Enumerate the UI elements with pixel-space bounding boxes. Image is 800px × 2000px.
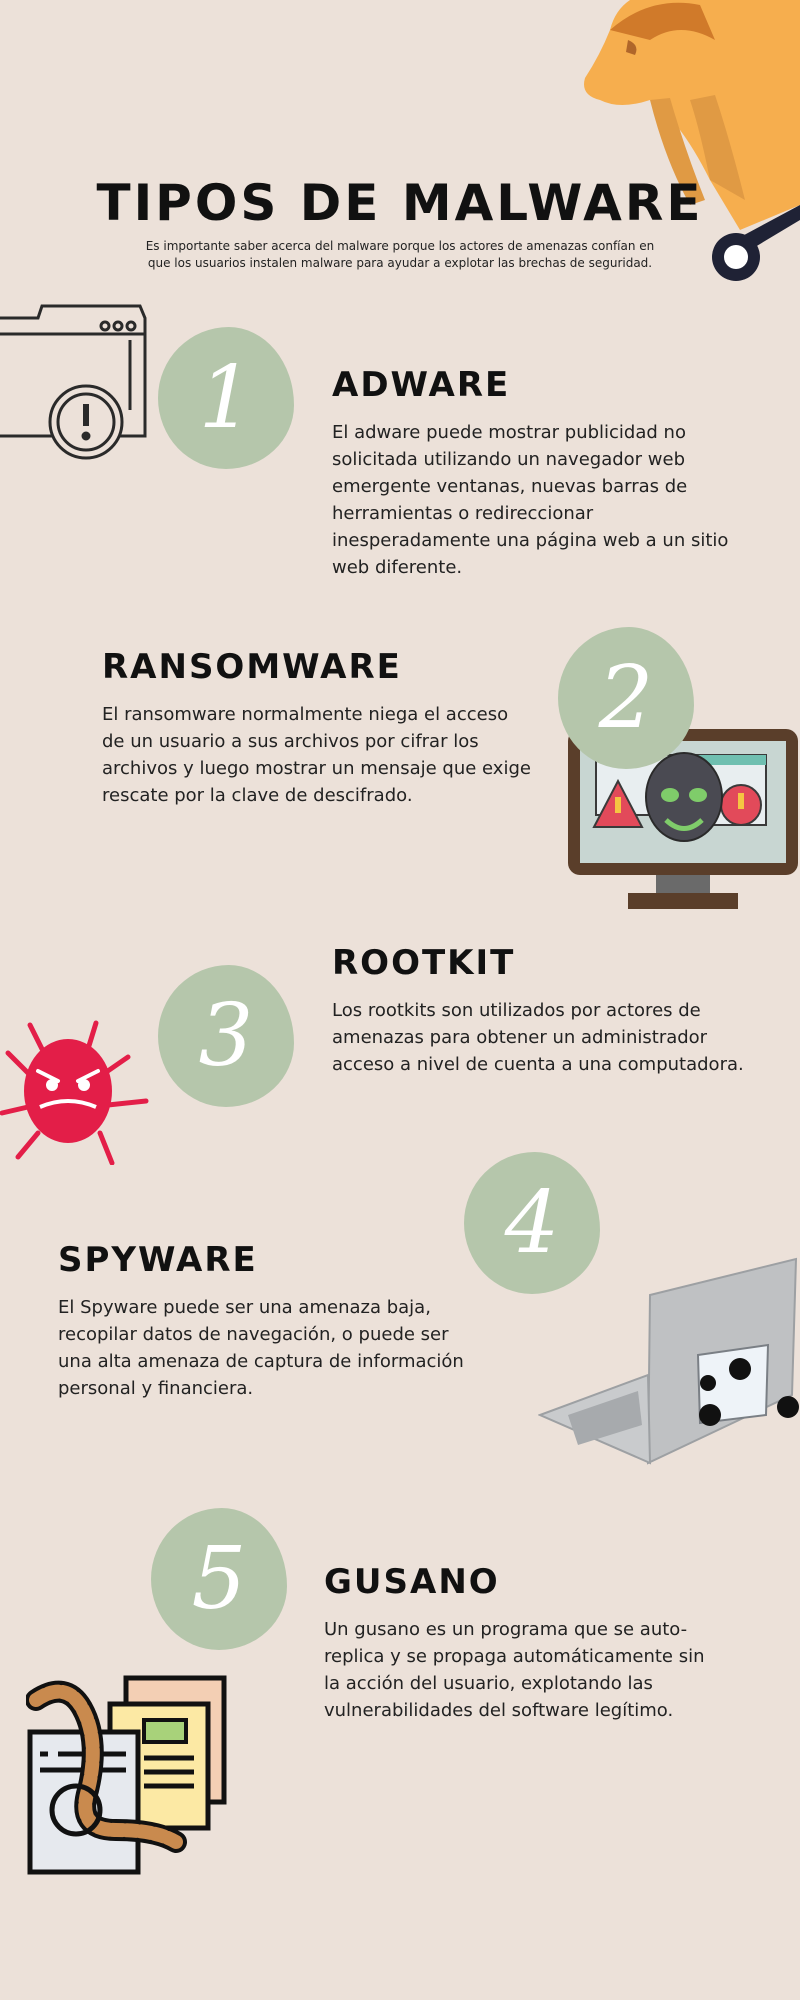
section-title-adware: ADWARE — [332, 365, 511, 405]
step-number-3: 3 — [158, 965, 294, 1107]
section-title-ransomware: RANSOMWARE — [102, 647, 402, 687]
section-text-gusano: Un gusano es un programa que se auto-rep… — [324, 1619, 705, 1721]
page-subtitle: Es importante saber acerca del malware p… — [145, 239, 655, 270]
browser-warning-icon — [0, 304, 147, 460]
section-title-gusano: GUSANO — [324, 1562, 500, 1602]
section-text-rootkit: Los rootkits son utilizados por actores … — [332, 1000, 744, 1075]
virus-bug-icon — [0, 1020, 149, 1165]
section-title-spyware: SPYWARE — [58, 1240, 258, 1280]
infected-laptop-icon — [538, 1257, 799, 1465]
worm-documents-icon — [26, 1675, 227, 1875]
step-number-1: 1 — [158, 327, 294, 469]
section-text-adware: El adware puede mostrar publicidad no so… — [332, 422, 729, 578]
section-text-ransomware: El ransomware normalmente niega el acces… — [102, 704, 531, 806]
section-text-spyware: El Spyware puede ser una amenaza baja, r… — [58, 1297, 464, 1399]
section-title-rootkit: ROOTKIT — [332, 943, 516, 983]
page-title: TIPOS DE MALWARE — [96, 174, 704, 232]
step-number-2: 2 — [558, 627, 694, 769]
step-number-5: 5 — [151, 1508, 287, 1650]
